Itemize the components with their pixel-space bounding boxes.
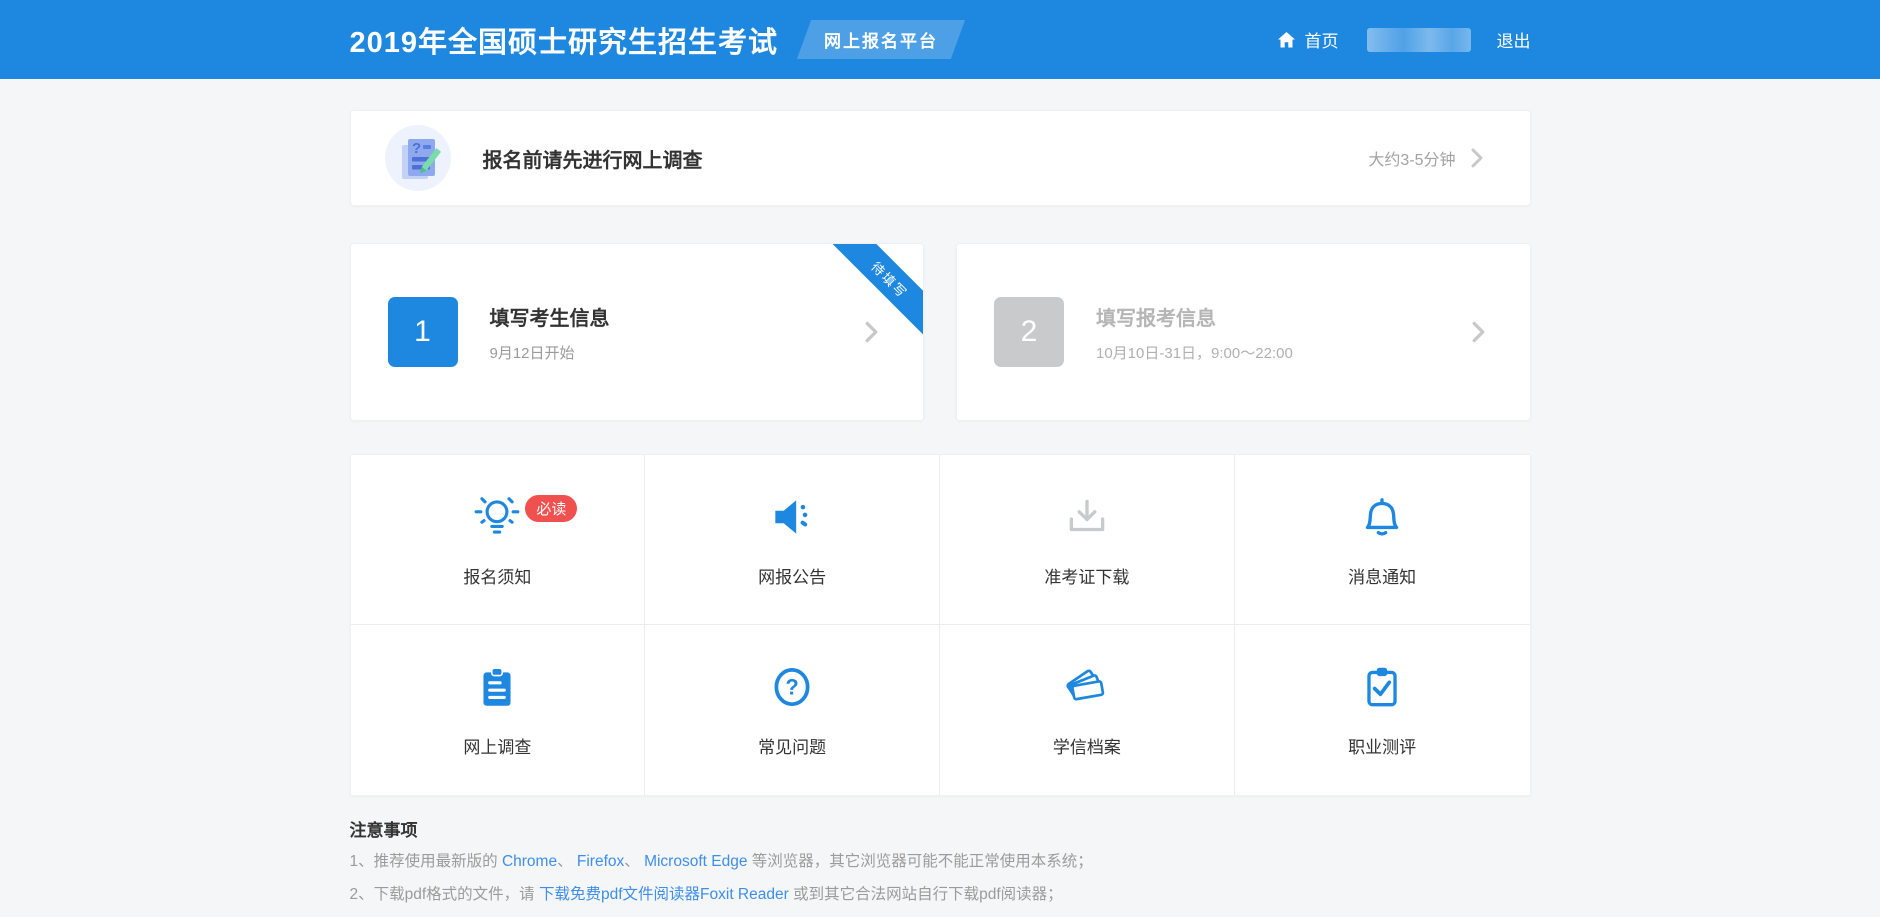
survey-banner[interactable]: ? 报名前请先进行网上调查 大约3-5分钟 bbox=[350, 110, 1531, 206]
chrome-link[interactable]: Chrome bbox=[502, 853, 557, 870]
check-clipboard-icon bbox=[1357, 662, 1407, 712]
note-text: 1、推荐使用最新版的 bbox=[350, 853, 502, 870]
must-read-badge: 必读 bbox=[525, 495, 577, 522]
grid-item-online-announcements[interactable]: 网报公告 bbox=[645, 455, 940, 625]
note-item-browsers: 1、推荐使用最新版的 Chrome、 Firefox、 Microsoft Ed… bbox=[350, 850, 1531, 874]
grid-item-online-survey[interactable]: 网上调查 bbox=[351, 625, 646, 795]
grid-item-label: 消息通知 bbox=[1348, 563, 1416, 588]
files-fan-icon bbox=[1062, 662, 1112, 712]
grid-item-label: 学信档案 bbox=[1053, 733, 1121, 758]
svg-text:?: ? bbox=[785, 674, 798, 699]
home-link[interactable]: 首页 bbox=[1276, 27, 1339, 52]
ribbon-wrap: 待填写 bbox=[827, 244, 923, 340]
username-redacted[interactable] bbox=[1367, 28, 1471, 52]
foxit-reader-link[interactable]: 下载免费pdf文件阅读器Foxit Reader bbox=[539, 886, 789, 903]
quick-links-grid: 必读 报名须知 网报公告 bbox=[350, 454, 1531, 796]
grid-item-message-notifications[interactable]: 消息通知 bbox=[1235, 455, 1530, 625]
note-item-pdf-reader: 2、下载pdf格式的文件，请 下载免费pdf文件阅读器Foxit Reader … bbox=[350, 883, 1531, 907]
platform-badge-label: 网上报名平台 bbox=[824, 27, 938, 52]
svg-text:?: ? bbox=[412, 140, 421, 157]
note-text: 2、下载pdf格式的文件，请 bbox=[350, 886, 539, 903]
grid-item-label: 常见问题 bbox=[758, 733, 826, 758]
grid-item-faq[interactable]: ? 常见问题 bbox=[645, 625, 940, 795]
clipboard-icon bbox=[472, 662, 522, 712]
home-icon bbox=[1276, 30, 1297, 50]
grid-item-registration-notice[interactable]: 必读 报名须知 bbox=[351, 455, 646, 625]
grid-item-xuexin-archive[interactable]: 学信档案 bbox=[940, 625, 1235, 795]
step-title: 填写考生信息 bbox=[490, 302, 610, 331]
step-subtitle: 10月10日-31日，9:00～22:00 bbox=[1096, 342, 1293, 363]
step-card-application-info[interactable]: 2 填写报考信息 10月10日-31日，9:00～22:00 bbox=[956, 243, 1531, 421]
chevron-right-icon bbox=[1470, 146, 1484, 170]
grid-item-label: 准考证下载 bbox=[1044, 563, 1129, 588]
chevron-right-icon bbox=[1471, 319, 1486, 345]
grid-item-label: 网上调查 bbox=[463, 733, 531, 758]
download-icon bbox=[1062, 492, 1112, 542]
step-number-badge: 2 bbox=[994, 297, 1064, 367]
survey-doc-icon: ? bbox=[385, 125, 451, 191]
note-text: 、 bbox=[624, 853, 644, 870]
note-text: 或到其它合法网站自行下载pdf阅读器； bbox=[789, 886, 1063, 903]
notes-section: 注意事项 1、推荐使用最新版的 Chrome、 Firefox、 Microso… bbox=[350, 816, 1531, 917]
grid-item-label: 职业测评 bbox=[1348, 733, 1416, 758]
firefox-link[interactable]: Firefox bbox=[577, 853, 624, 870]
survey-duration: 大约3-5分钟 bbox=[1368, 146, 1455, 170]
home-link-label: 首页 bbox=[1305, 27, 1339, 52]
grid-item-label: 网报公告 bbox=[758, 563, 826, 588]
grid-item-label: 报名须知 bbox=[463, 563, 531, 588]
step-number-badge: 1 bbox=[388, 297, 458, 367]
step-subtitle: 9月12日开始 bbox=[490, 342, 610, 363]
logout-link[interactable]: 退出 bbox=[1497, 27, 1531, 52]
bell-icon bbox=[1357, 492, 1407, 542]
site-title: 2019年全国硕士研究生招生考试 bbox=[350, 19, 779, 61]
bulb-icon bbox=[472, 492, 522, 542]
status-ribbon: 待填写 bbox=[827, 244, 923, 340]
note-text: 等浏览器，其它浏览器可能不能正常使用本系统； bbox=[747, 853, 1092, 870]
notes-heading: 注意事项 bbox=[350, 816, 1531, 841]
header-bar: 2019年全国硕士研究生招生考试 网上报名平台 首页 退出 bbox=[0, 0, 1880, 79]
survey-title: 报名前请先进行网上调查 bbox=[483, 144, 703, 173]
question-icon: ? bbox=[767, 662, 817, 712]
grid-item-career-assessment[interactable]: 职业测评 bbox=[1235, 625, 1530, 795]
megaphone-icon bbox=[767, 492, 817, 542]
step-card-candidate-info[interactable]: 待填写 1 填写考生信息 9月12日开始 bbox=[350, 243, 925, 421]
logout-link-label: 退出 bbox=[1497, 32, 1531, 51]
note-text: 、 bbox=[557, 853, 577, 870]
edge-link[interactable]: Microsoft Edge bbox=[644, 853, 747, 870]
platform-badge: 网上报名平台 bbox=[797, 20, 965, 59]
grid-item-admission-ticket-download[interactable]: 准考证下载 bbox=[940, 455, 1235, 625]
step-title: 填写报考信息 bbox=[1096, 302, 1293, 331]
